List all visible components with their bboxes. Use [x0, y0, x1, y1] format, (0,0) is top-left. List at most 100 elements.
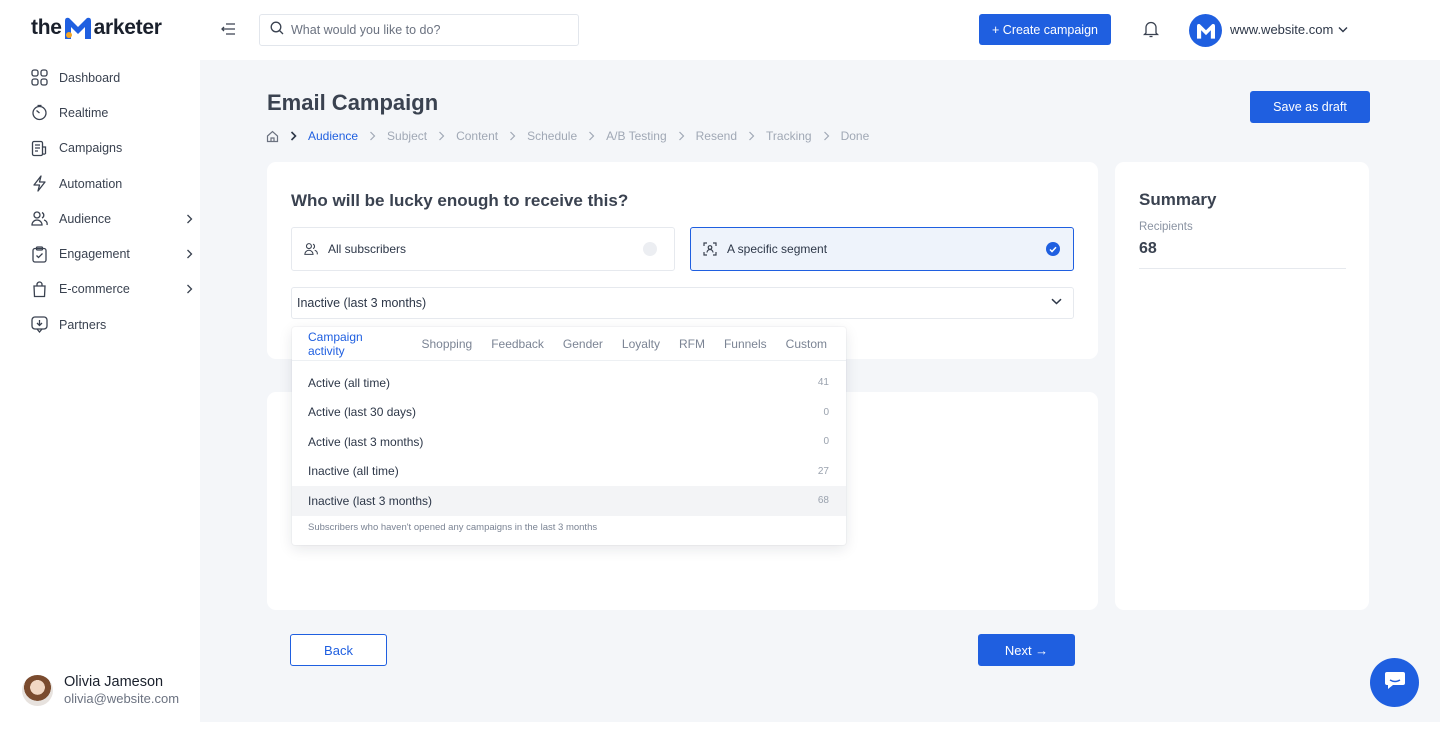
- chevron-right-icon: [678, 131, 685, 141]
- tab-gender[interactable]: Gender: [563, 337, 603, 351]
- recipients-count: 68: [1139, 240, 1157, 257]
- option-specific-segment[interactable]: A specific segment: [690, 227, 1074, 271]
- list-item[interactable]: Active (last 30 days) 0: [292, 398, 846, 428]
- list-item[interactable]: Active (all time) 41: [292, 368, 846, 398]
- chevron-right-icon: [438, 131, 445, 141]
- segment-tabs: Campaign activity Shopping Feedback Gend…: [292, 327, 846, 361]
- sidebar-item-label: Engagement: [59, 247, 130, 262]
- sidebar-item-partners[interactable]: Partners: [30, 307, 195, 342]
- breadcrumb-step-schedule[interactable]: Schedule: [527, 129, 577, 143]
- shopping-bag-icon: [30, 280, 48, 298]
- sidebar-item-campaigns[interactable]: Campaigns: [30, 131, 195, 166]
- recipients-label: Recipients: [1139, 221, 1193, 233]
- search-icon: [270, 21, 284, 40]
- bell-icon[interactable]: [1142, 20, 1160, 38]
- tab-shopping[interactable]: Shopping: [421, 337, 472, 351]
- site-name: www.website.com: [1230, 22, 1334, 37]
- option-all-subscribers[interactable]: All subscribers: [291, 227, 675, 271]
- chevron-right-icon: [823, 131, 830, 141]
- sidebar: the arketer Dashboard Realtime Campaigns…: [0, 0, 200, 722]
- breadcrumb-step-done[interactable]: Done: [841, 129, 870, 143]
- audience-question: Who will be lucky enough to receive this…: [291, 191, 629, 210]
- sidebar-item-audience[interactable]: Audience: [30, 201, 195, 236]
- logo-suffix: arketer: [93, 16, 162, 39]
- segment-dropdown: Campaign activity Shopping Feedback Gend…: [292, 327, 846, 545]
- brand-logo[interactable]: the arketer: [31, 12, 162, 44]
- search-box[interactable]: [259, 14, 579, 46]
- check-icon[interactable]: [1046, 242, 1060, 256]
- tab-loyalty[interactable]: Loyalty: [622, 337, 660, 351]
- partners-icon: [30, 316, 48, 334]
- sidebar-item-label: Dashboard: [59, 70, 121, 85]
- sidebar-item-label: Audience: [59, 211, 112, 226]
- breadcrumb-step-content[interactable]: Content: [456, 129, 498, 143]
- avatar: [22, 674, 53, 706]
- tab-custom[interactable]: Custom: [786, 337, 827, 351]
- top-bar: + Create campaign www.website.com: [200, 0, 1440, 60]
- logo-m-mark: [63, 15, 93, 41]
- breadcrumb-step-ab-testing[interactable]: A/B Testing: [606, 129, 666, 143]
- chat-button[interactable]: [1370, 658, 1419, 707]
- breadcrumb-step-audience[interactable]: Audience: [308, 129, 358, 143]
- chevron-right-icon: [509, 131, 516, 141]
- chevron-right-icon: [183, 249, 195, 259]
- sidebar-nav: Dashboard Realtime Campaigns Automation …: [30, 60, 195, 342]
- tab-funnels[interactable]: Funnels: [724, 337, 767, 351]
- segment-count: 27: [817, 465, 829, 477]
- radio-unchecked[interactable]: [643, 242, 657, 256]
- segment-label: Active (all time): [308, 375, 391, 390]
- sidebar-item-label: Realtime: [59, 105, 109, 120]
- next-button[interactable]: Next →: [978, 634, 1075, 666]
- chevron-right-icon: [588, 131, 595, 141]
- sidebar-item-label: Campaigns: [59, 141, 123, 156]
- search-input[interactable]: [291, 23, 561, 37]
- campaigns-icon: [30, 139, 48, 157]
- chevron-down-icon: [1051, 298, 1062, 305]
- breadcrumb-step-subject[interactable]: Subject: [387, 129, 427, 143]
- chevron-right-icon: [369, 131, 376, 141]
- list-item[interactable]: Active (last 3 months) 0: [292, 427, 846, 457]
- chevron-right-icon: [183, 214, 195, 224]
- site-switcher[interactable]: www.website.com: [1230, 22, 1348, 37]
- sidebar-item-automation[interactable]: Automation: [30, 166, 195, 201]
- home-icon[interactable]: [266, 130, 279, 143]
- sidebar-item-label: Partners: [59, 317, 107, 332]
- page-title: Email Campaign: [267, 90, 439, 115]
- lightning-icon: [30, 175, 48, 193]
- segment-label: Active (last 30 days): [308, 405, 417, 420]
- sidebar-item-engagement[interactable]: Engagement: [30, 236, 195, 271]
- tab-feedback[interactable]: Feedback: [491, 337, 544, 351]
- menu-collapse-icon[interactable]: [221, 21, 237, 37]
- clipboard-icon: [30, 245, 48, 263]
- segment-select[interactable]: Inactive (last 3 months): [291, 287, 1074, 319]
- segment-select-value: Inactive (last 3 months): [297, 296, 427, 310]
- list-item[interactable]: Inactive (all time) 27: [292, 457, 846, 487]
- save-draft-button[interactable]: Save as draft: [1250, 91, 1370, 123]
- chevron-down-icon: [1338, 26, 1348, 33]
- segment-label: Active (last 3 months): [308, 434, 424, 449]
- sidebar-item-dashboard[interactable]: Dashboard: [30, 60, 195, 95]
- site-logo[interactable]: [1189, 14, 1222, 47]
- option-label: All subscribers: [328, 242, 407, 256]
- breadcrumb-step-resend[interactable]: Resend: [696, 129, 737, 143]
- profile-name: Olivia Jameson: [64, 674, 164, 690]
- back-button[interactable]: Back: [290, 634, 387, 666]
- tab-campaign-activity[interactable]: Campaign activity: [308, 330, 402, 358]
- chevron-right-icon: [183, 284, 195, 294]
- users-icon: [30, 210, 48, 228]
- sidebar-item-ecommerce[interactable]: E-commerce: [30, 272, 195, 307]
- segment-label: Inactive (last 3 months): [308, 493, 433, 508]
- segment-description: Subscribers who haven't opened any campa…: [308, 521, 598, 533]
- segment-count: 68: [817, 495, 829, 507]
- user-profile[interactable]: Olivia Jameson olivia@website.com: [22, 674, 179, 706]
- chevron-right-icon: [748, 131, 755, 141]
- tab-rfm[interactable]: RFM: [679, 337, 705, 351]
- create-campaign-button[interactable]: + Create campaign: [979, 14, 1111, 45]
- sidebar-item-label: Automation: [59, 176, 123, 191]
- summary-card: Summary Recipients 68: [1115, 162, 1369, 610]
- breadcrumb-step-tracking[interactable]: Tracking: [766, 129, 812, 143]
- breadcrumb: Audience Subject Content Schedule A/B Te…: [266, 129, 869, 143]
- list-item-selected[interactable]: Inactive (last 3 months) 68: [292, 486, 846, 516]
- sidebar-item-realtime[interactable]: Realtime: [30, 95, 195, 130]
- divider: [1139, 268, 1346, 269]
